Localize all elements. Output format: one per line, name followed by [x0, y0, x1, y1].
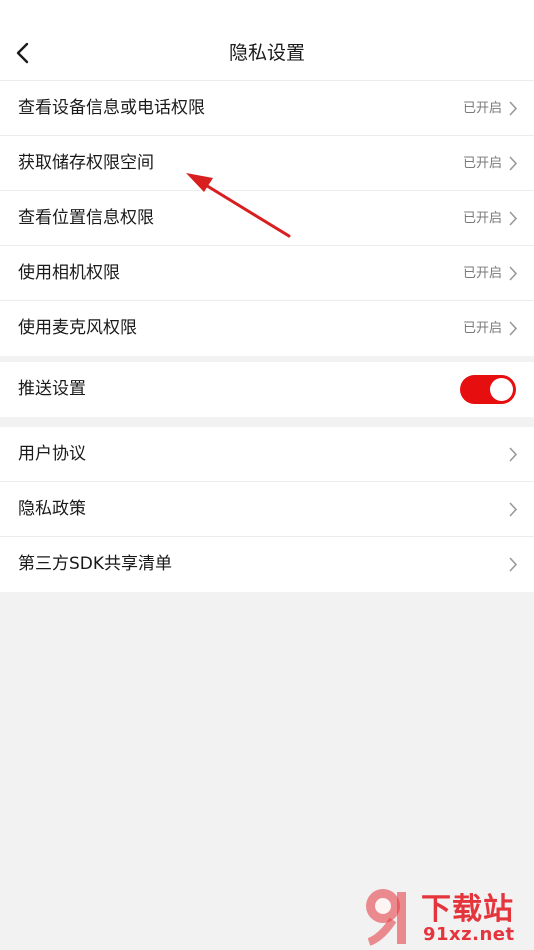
permission-row-location[interactable]: 查看位置信息权限 已开启 — [0, 191, 534, 246]
legal-row-user-agreement[interactable]: 用户协议 — [0, 427, 534, 482]
chevron-right-icon — [509, 211, 518, 226]
row-label: 使用相机权限 — [18, 263, 120, 283]
row-label: 第三方SDK共享清单 — [18, 554, 173, 574]
legal-row-privacy-policy[interactable]: 隐私政策 — [0, 482, 534, 537]
row-label: 隐私政策 — [18, 499, 86, 519]
row-label: 获取储存权限空间 — [18, 153, 154, 173]
permission-row-storage[interactable]: 获取储存权限空间 已开启 — [0, 136, 534, 191]
push-settings-row: 推送设置 — [0, 362, 534, 417]
watermark-name: 下载站 — [421, 892, 514, 927]
chevron-right-icon — [509, 266, 518, 281]
status-text: 已开启 — [462, 321, 502, 336]
permission-row-microphone[interactable]: 使用麦克风权限 已开启 — [0, 301, 534, 356]
toggle-knob — [490, 378, 513, 401]
header-bar: 隐私设置 — [0, 0, 534, 81]
chevron-right-icon — [509, 502, 518, 517]
page-title: 隐私设置 — [228, 42, 305, 64]
legal-row-sdk-list[interactable]: 第三方SDK共享清单 — [0, 537, 534, 592]
permissions-group: 查看设备信息或电话权限 已开启 获取储存权限空间 已开启 查看位置信息权限 已开… — [0, 81, 534, 356]
chevron-right-icon — [509, 321, 518, 336]
push-group: 推送设置 — [0, 362, 534, 417]
chevron-right-icon — [509, 101, 518, 116]
permission-row-camera[interactable]: 使用相机权限 已开启 — [0, 246, 534, 301]
legal-group: 用户协议 隐私政策 第三方SDK共享清单 — [0, 427, 534, 592]
row-label: 推送设置 — [18, 379, 86, 399]
row-label: 使用麦克风权限 — [18, 318, 137, 338]
watermark-site: 91xz.net — [423, 924, 515, 945]
chevron-right-icon — [509, 447, 518, 462]
row-label: 用户协议 — [18, 444, 86, 464]
permission-row-device-phone[interactable]: 查看设备信息或电话权限 已开启 — [0, 81, 534, 136]
row-label: 查看设备信息或电话权限 — [18, 98, 205, 118]
chevron-right-icon — [509, 557, 518, 572]
status-text: 已开启 — [462, 156, 502, 171]
row-label: 查看位置信息权限 — [18, 208, 154, 228]
status-text: 已开启 — [462, 101, 502, 116]
status-text: 已开启 — [462, 266, 502, 281]
status-text: 已开启 — [462, 211, 502, 226]
watermark-logo-icon — [366, 889, 406, 946]
push-toggle[interactable] — [460, 375, 516, 404]
chevron-right-icon — [509, 156, 518, 171]
watermark: 下载站 91xz.net — [359, 880, 534, 950]
